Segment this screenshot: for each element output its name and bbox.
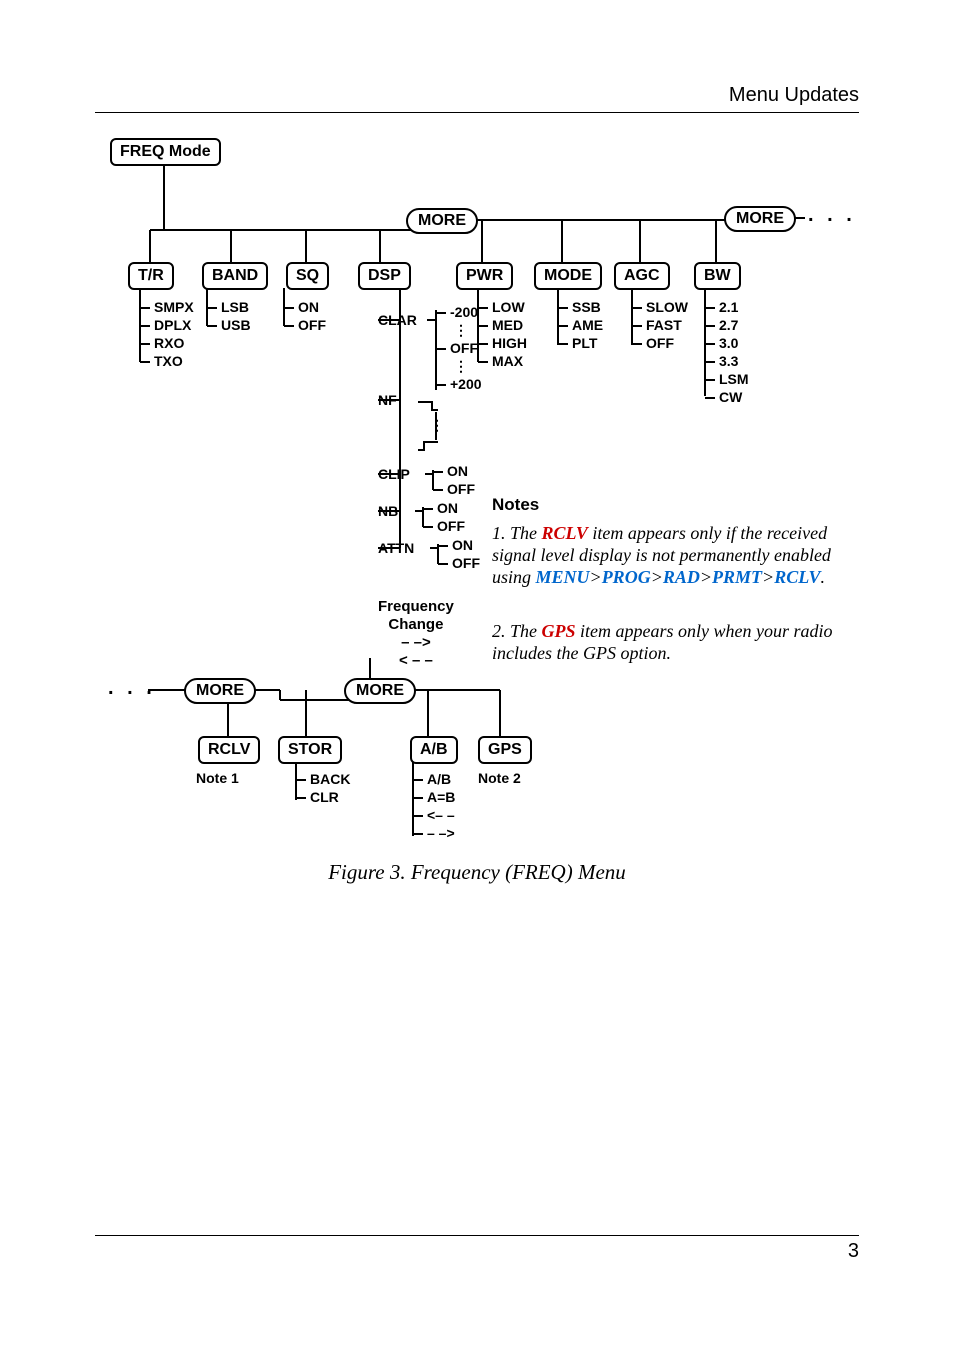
more-button-row2-right[interactable]: MORE bbox=[344, 678, 416, 704]
clip-options: ON OFF bbox=[433, 462, 475, 498]
bw-options: 2.1 2.7 3.0 3.3 LSM CW bbox=[705, 298, 749, 406]
nf-dots: ⋮ bbox=[430, 417, 444, 434]
dsp-clip: CLIP bbox=[378, 466, 410, 482]
mode-options: SSB AME PLT bbox=[558, 298, 603, 352]
notes-heading: Notes bbox=[492, 495, 539, 515]
note-1: 1. The RCLV item appears only if the rec… bbox=[492, 522, 862, 588]
ellipsis-icon: . . . bbox=[808, 204, 856, 227]
tr-options: SMPX DPLX RXO TXO bbox=[140, 298, 194, 370]
note1-ref: Note 1 bbox=[196, 770, 239, 786]
connector-lines bbox=[0, 0, 954, 1352]
frequency-change-label: Frequency Change – –> < – – bbox=[378, 598, 454, 670]
menu-agc[interactable]: AGC bbox=[614, 262, 670, 290]
dsp-clar: CLAR bbox=[378, 312, 417, 328]
menu-pwr[interactable]: PWR bbox=[456, 262, 513, 290]
menu-rclv[interactable]: RCLV bbox=[198, 736, 260, 764]
menu-dsp[interactable]: DSP bbox=[358, 262, 411, 290]
menu-mode[interactable]: MODE bbox=[534, 262, 602, 290]
menu-stor[interactable]: STOR bbox=[278, 736, 342, 764]
ab-options: A/B A=B <– – – –> bbox=[413, 770, 455, 842]
dsp-attn: ATTN bbox=[378, 540, 414, 556]
band-options: LSB USB bbox=[207, 298, 251, 334]
figure-caption: Figure 3. Frequency (FREQ) Menu bbox=[0, 860, 954, 885]
stor-options: BACK CLR bbox=[296, 770, 350, 806]
more-button-row2-left[interactable]: MORE bbox=[184, 678, 256, 704]
note-2: 2. The GPS item appears only when your r… bbox=[492, 620, 862, 664]
attn-options: ON OFF bbox=[438, 536, 480, 572]
page-number: 3 bbox=[848, 1240, 859, 1263]
more-button-row1-left[interactable]: MORE bbox=[406, 208, 478, 234]
note2-ref: Note 2 bbox=[478, 770, 521, 786]
ellipsis-left-icon: . . . bbox=[108, 677, 156, 700]
dsp-nb: NB bbox=[378, 503, 398, 519]
pwr-options: LOW MED HIGH MAX bbox=[478, 298, 527, 370]
footer-rule bbox=[95, 1235, 859, 1236]
nb-options: ON OFF bbox=[423, 499, 465, 535]
agc-options: SLOW FAST OFF bbox=[632, 298, 688, 352]
menu-ab[interactable]: A/B bbox=[410, 736, 458, 764]
menu-sq[interactable]: SQ bbox=[286, 262, 329, 290]
more-button-row1-right[interactable]: MORE bbox=[724, 206, 796, 232]
sq-options: ON OFF bbox=[284, 298, 326, 334]
dsp-nf: NF bbox=[378, 392, 397, 408]
menu-tr[interactable]: T/R bbox=[128, 262, 174, 290]
menu-band[interactable]: BAND bbox=[202, 262, 268, 290]
menu-bw[interactable]: BW bbox=[694, 262, 741, 290]
clar-range: -200 ⋮ OFF ⋮ +200 bbox=[436, 303, 482, 393]
node-freq-mode: FREQ Mode bbox=[110, 138, 221, 166]
menu-gps[interactable]: GPS bbox=[478, 736, 532, 764]
